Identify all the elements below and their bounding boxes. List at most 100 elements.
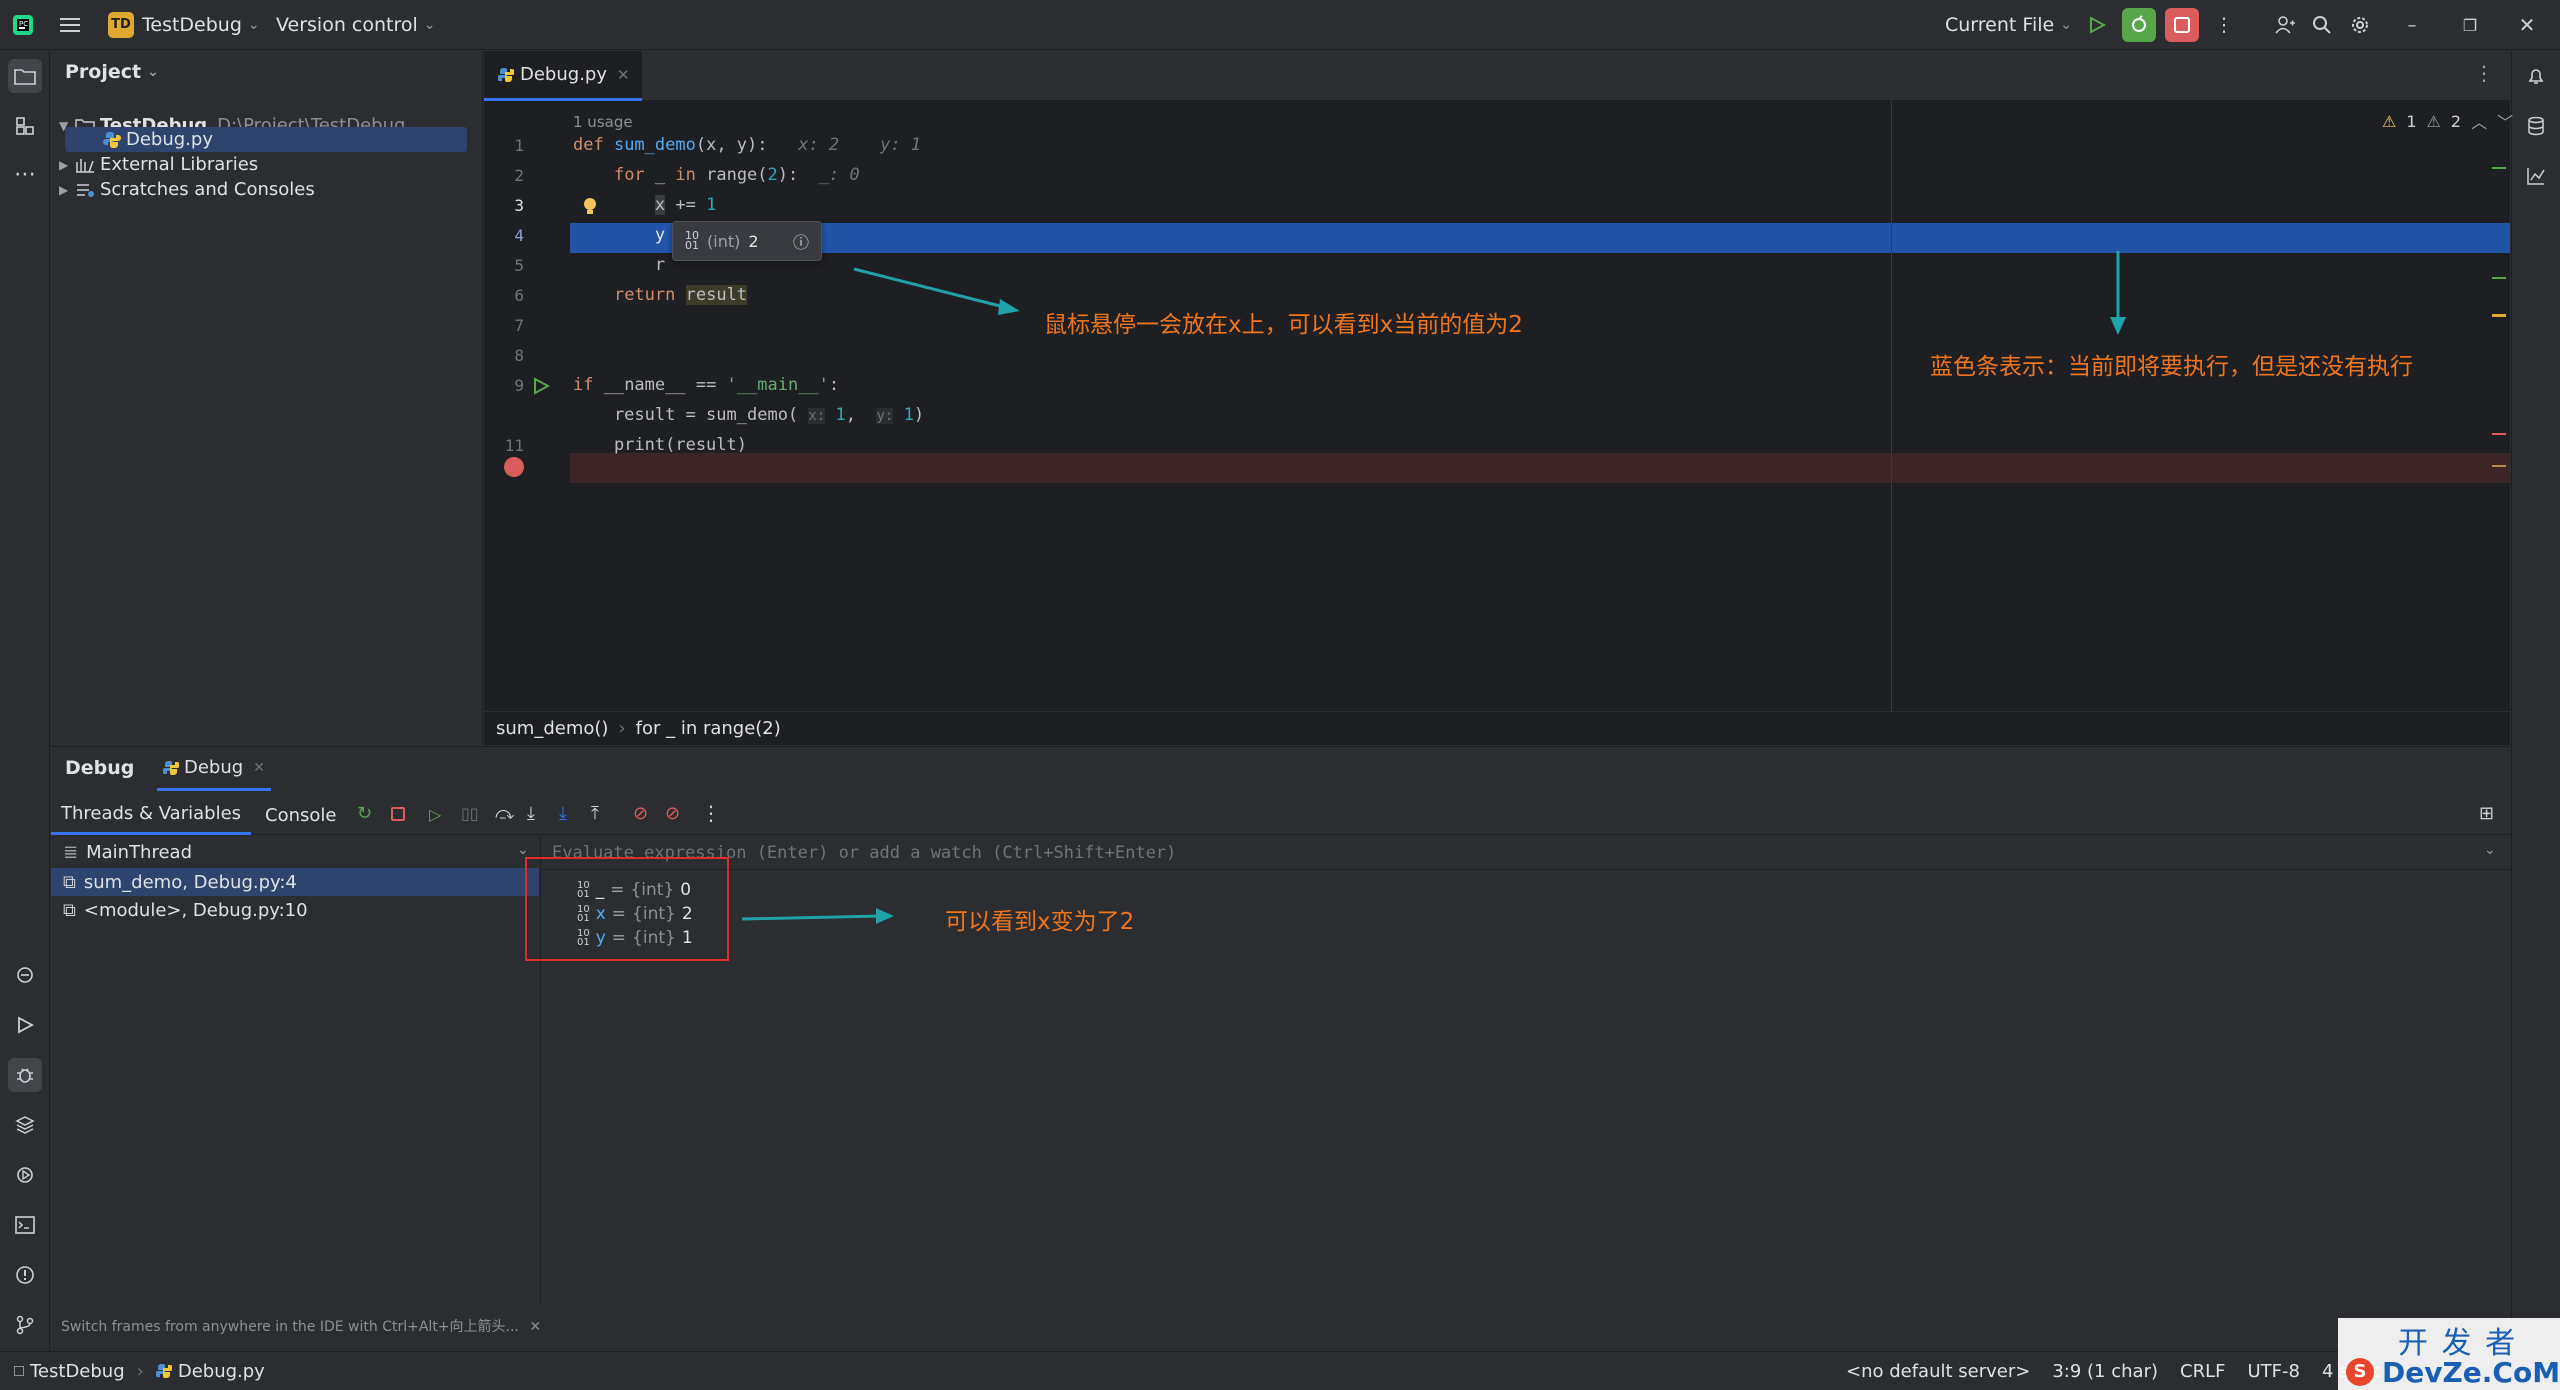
tab-console-label: Console <box>265 804 337 826</box>
right-tool-strip <box>2511 51 2560 1351</box>
status-breadcrumb: TestDebug › Debug.py <box>14 1352 265 1390</box>
python-file-icon <box>155 1364 172 1378</box>
project-switcher[interactable]: TD TestDebug ⌄ <box>108 0 260 50</box>
breadcrumb-loop[interactable]: for _ in range(2) <box>636 718 781 739</box>
chevron-collapsed-icon[interactable]: ▶ <box>59 183 75 197</box>
file-name: Debug.py <box>126 129 213 150</box>
debug-session-label: Debug <box>184 757 244 778</box>
annotation-arrow <box>741 908 894 924</box>
watermark-badge: S <box>2346 1358 2374 1386</box>
close-tab-icon[interactable]: ✕ <box>253 760 265 776</box>
python-file-icon <box>103 131 121 148</box>
library-icon <box>76 158 94 173</box>
hover-annotation: 鼠标悬停一会放在x上，可以看到x当前的值为2 <box>1044 312 1523 338</box>
chevron-down-icon: ⌄ <box>2060 17 2072 33</box>
step-into-my-code-icon[interactable]: ⤓ <box>559 803 567 824</box>
status-project[interactable]: TestDebug <box>30 1361 125 1382</box>
vcs-label: Version control <box>276 14 418 36</box>
more-tools-icon[interactable]: ⋯ <box>8 157 42 191</box>
mute-breakpoints-icon[interactable]: ⊘ <box>665 803 680 824</box>
debug-session-tab[interactable]: Debug ✕ <box>157 747 271 791</box>
more-actions-icon[interactable]: ⋮ <box>2207 8 2241 42</box>
status-caret-position[interactable]: 3:9 (1 char) <box>2052 1361 2158 1382</box>
tab-console[interactable]: Console <box>265 795 336 835</box>
status-encoding[interactable]: UTF-8 <box>2247 1361 2299 1382</box>
pause-icon[interactable]: ▯▯ <box>461 804 479 823</box>
resume-icon[interactable]: ▷ <box>429 805 441 824</box>
tree-external-libraries[interactable]: ▶ External Libraries <box>59 152 258 177</box>
main-menu-icon[interactable] <box>60 0 82 50</box>
frames-hint-text: Switch frames from anywhere in the IDE w… <box>61 1319 519 1335</box>
watermark-bottom: DevZe.CoM <box>2382 1356 2560 1389</box>
thread-list-icon: ≣ <box>63 842 79 863</box>
python-packages-icon[interactable] <box>8 958 42 992</box>
chevron-down-icon[interactable]: ⌄ <box>2484 842 2496 858</box>
debug-toolbar: Threads & Variables Console ↻ ▷ ▯▯ ⤼ ⤓ ⤓… <box>51 795 2511 835</box>
chevron-right-icon: › <box>618 718 626 739</box>
frames-panel: ≣ MainThread ⌄ ⧉ sum_demo, Debug.py:4 ⧉ … <box>51 836 541 1335</box>
close-window-icon[interactable]: ✕ <box>2510 8 2544 42</box>
project-badge: TD <box>108 12 134 38</box>
layout-settings-icon[interactable]: ⊞ <box>2479 803 2494 824</box>
debug-panel: Debug Debug ✕ Threads & Variables Consol… <box>51 746 2511 1350</box>
settings-gear-icon[interactable] <box>2343 8 2377 42</box>
run-config-selector[interactable]: Current File ⌄ <box>1945 0 2072 50</box>
problems-icon[interactable] <box>8 1258 42 1292</box>
pycharm-logo-icon[interactable]: PC <box>12 0 34 50</box>
thread-name: MainThread <box>86 842 193 863</box>
status-server[interactable]: <no default server> <box>1846 1361 2030 1382</box>
tree-file-debug-py[interactable]: Debug.py <box>103 127 213 152</box>
database-icon[interactable] <box>2519 109 2553 143</box>
frame-row[interactable]: ⧉ <module>, Debug.py:10 <box>51 896 539 924</box>
stop-icon[interactable] <box>391 807 405 821</box>
vcs-menu[interactable]: Version control ⌄ <box>276 0 436 50</box>
debug-tool-bug-icon[interactable] <box>8 1058 42 1092</box>
add-user-icon[interactable] <box>2268 8 2302 42</box>
close-hint-icon[interactable]: ✕ <box>529 1319 541 1335</box>
services-icon[interactable] <box>8 1158 42 1192</box>
project-tool-folder-icon[interactable] <box>8 59 42 93</box>
rerun-icon[interactable]: ↻ <box>357 803 372 824</box>
breadcrumb-function[interactable]: sum_demo() <box>496 718 608 739</box>
restore-icon[interactable]: ❐ <box>2453 8 2487 42</box>
tab-threads-variables[interactable]: Threads & Variables <box>51 795 251 835</box>
stop-button[interactable] <box>2165 8 2199 42</box>
layers-icon[interactable] <box>8 1108 42 1142</box>
frame-row-selected[interactable]: ⧉ sum_demo, Debug.py:4 <box>51 868 539 896</box>
notifications-bell-icon[interactable] <box>2519 59 2553 93</box>
left-tool-strip: ⋯ <box>0 51 50 1351</box>
more-debug-actions-icon[interactable]: ⋮ <box>701 801 721 825</box>
view-breakpoints-icon[interactable]: ⊘ <box>633 803 648 824</box>
sciview-chart-icon[interactable] <box>2519 159 2553 193</box>
status-file[interactable]: Debug.py <box>178 1361 265 1382</box>
tree-scratches[interactable]: ▶ Scratches and Consoles <box>59 177 315 202</box>
step-into-icon[interactable]: ⤓ <box>527 803 535 824</box>
module-icon <box>14 1366 24 1376</box>
frame-label: sum_demo, Debug.py:4 <box>83 871 297 893</box>
chevron-down-icon[interactable]: ⌄ <box>517 842 529 858</box>
run-config-label: Current File <box>1945 14 2055 36</box>
watermark-logo: S 开 发 者 DevZe.CoM <box>2338 1318 2560 1390</box>
status-line-separator[interactable]: CRLF <box>2180 1361 2225 1382</box>
frame-label: <module>, Debug.py:10 <box>83 899 308 921</box>
chevron-collapsed-icon[interactable]: ▶ <box>59 158 75 172</box>
run-tool-icon[interactable] <box>8 1008 42 1042</box>
debug-rerun-button[interactable] <box>2122 8 2156 42</box>
search-icon[interactable] <box>2305 8 2339 42</box>
variables-annotation: 可以看到x变为了2 <box>945 909 1135 935</box>
terminal-icon[interactable] <box>8 1208 42 1242</box>
tab-threads-label: Threads & Variables <box>60 803 242 824</box>
project-panel-header[interactable]: Project ⌄ <box>65 61 159 83</box>
git-branch-icon[interactable] <box>8 1308 42 1342</box>
run-button[interactable] <box>2080 8 2114 42</box>
editor-breadcrumb: sum_demo() › for _ in range(2) <box>484 711 2510 745</box>
variables-panel: Evaluate expression (Enter) or add a wat… <box>525 836 2511 1305</box>
minimize-icon[interactable]: – <box>2395 8 2429 42</box>
debug-panel-title: Debug <box>65 757 135 779</box>
annotation-arrows <box>853 251 2126 335</box>
thread-selector[interactable]: ≣ MainThread <box>63 842 192 863</box>
step-out-icon[interactable]: ⤒ <box>591 803 599 824</box>
title-bar: PC TD TestDebug ⌄ Version control ⌄ Curr… <box>0 0 2560 50</box>
structure-icon[interactable] <box>8 109 42 143</box>
step-over-icon[interactable]: ⤼ <box>495 803 514 824</box>
